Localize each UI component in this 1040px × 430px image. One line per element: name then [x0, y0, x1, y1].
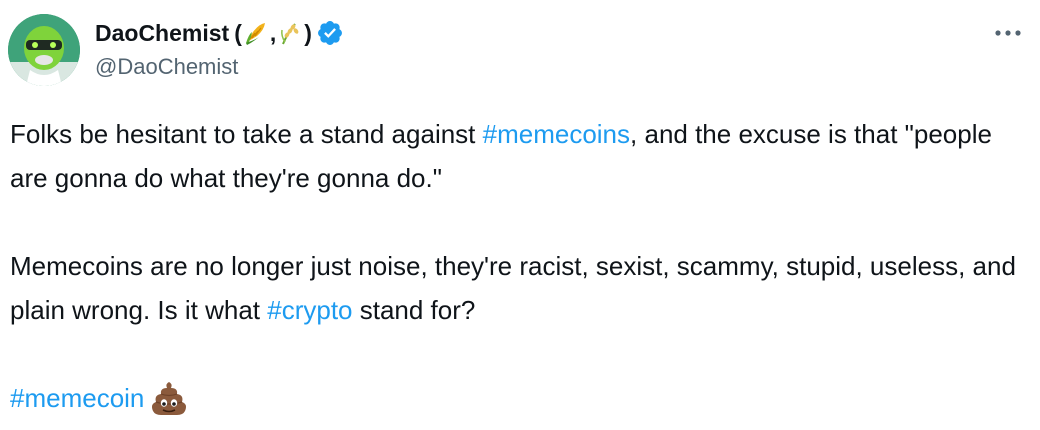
tweet-text-p2-start: Memecoins are no longer just noise, they…: [10, 251, 1016, 325]
avatar[interactable]: [8, 14, 80, 86]
hashtag-memecoins-link[interactable]: #memecoins: [483, 119, 630, 149]
author-handle[interactable]: @DaoChemist: [95, 50, 344, 84]
rice-emoji-icon: [277, 20, 303, 46]
tweet-text-p2-end: stand for?: [352, 295, 476, 325]
verified-badge-icon: [316, 19, 344, 47]
author-display-name[interactable]: DaoChemist ( ,): [95, 16, 344, 50]
more-options-icon: [995, 30, 1021, 36]
corn-emoji-icon: [243, 20, 269, 46]
tweet-text: Folks be hesitant to take a stand agains…: [10, 112, 1030, 420]
name-paren-open: (: [234, 20, 242, 46]
more-options-button[interactable]: [990, 18, 1026, 48]
tweet-paragraph-2: Memecoins are no longer just noise, they…: [10, 244, 1030, 332]
name-paren-close: ): [304, 20, 312, 46]
author-block: DaoChemist ( ,) @DaoChemist: [95, 16, 344, 84]
poo-emoji-icon: [150, 379, 188, 417]
tweet-paragraph-1: Folks be hesitant to take a stand agains…: [10, 112, 1030, 200]
hashtag-crypto-link[interactable]: #crypto: [267, 295, 352, 325]
display-name-text: DaoChemist: [95, 20, 230, 46]
hashtag-memecoin-link[interactable]: #memecoin: [10, 383, 144, 413]
tweet-paragraph-3: #memecoin: [10, 376, 1030, 420]
tweet-text-p1-start: Folks be hesitant to take a stand agains…: [10, 119, 483, 149]
name-separator: ,: [269, 20, 277, 46]
